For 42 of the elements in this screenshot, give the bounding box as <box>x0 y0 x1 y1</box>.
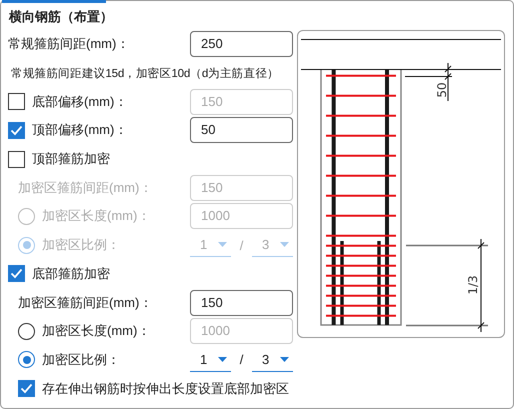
checkbox[interactable] <box>8 122 25 139</box>
checkbox-label: 底部箍筋加密 <box>32 264 110 283</box>
input-field[interactable]: 150 <box>190 88 293 115</box>
dropdown[interactable]: 1 <box>190 233 231 258</box>
radio-button[interactable] <box>18 322 35 340</box>
ratio-separator: / <box>238 352 244 368</box>
input-field[interactable]: 150 <box>190 290 293 316</box>
checkbox-label: 底部偏移(mm)： <box>32 92 128 111</box>
dropdown[interactable]: 3 <box>252 348 293 372</box>
caret-icon <box>218 356 227 362</box>
ratio-separator: / <box>238 238 244 253</box>
radio-label: 加密区长度(mm)： <box>42 322 150 340</box>
checkbox-label: 存在伸出钢筋时按伸出长度设置底部加密区 <box>42 380 289 398</box>
input-field[interactable]: 250 <box>190 31 293 58</box>
caret-icon <box>218 242 227 248</box>
hint-text: 常规箍筋间距建议15d，加密区10d（d为主筋直径） <box>10 66 279 81</box>
radio-button[interactable] <box>18 208 35 225</box>
radio-label: 加密区比例： <box>42 236 120 254</box>
checkbox[interactable] <box>8 150 25 168</box>
dimension-label: 50 <box>435 82 449 98</box>
checkbox-label: 顶部偏移(mm)： <box>32 121 128 140</box>
field-label: 常规箍筋间距(mm)： <box>8 35 130 54</box>
checkbox[interactable] <box>8 265 25 282</box>
input-field[interactable]: 150 <box>190 174 293 201</box>
radio-button[interactable] <box>18 351 35 368</box>
radio-label: 加密区长度(mm)： <box>42 207 150 226</box>
checkbox[interactable] <box>18 380 35 398</box>
caret-icon <box>280 242 289 248</box>
dimension-label: 1/3 <box>466 275 480 295</box>
caret-icon <box>280 356 289 362</box>
field-label: 加密区箍筋间距(mm)： <box>18 294 152 312</box>
section-title: 横向钢筋（布置） <box>9 8 113 26</box>
input-field[interactable]: 1000 <box>190 318 293 344</box>
radio-label: 加密区比例： <box>42 350 120 369</box>
input-field[interactable]: 50 <box>190 117 293 144</box>
dimension-line <box>404 62 452 102</box>
checkbox-label: 顶部箍筋加密 <box>32 150 110 168</box>
checkbox[interactable] <box>8 93 25 110</box>
dropdown[interactable]: 3 <box>252 233 293 258</box>
input-field[interactable]: 1000 <box>190 203 293 230</box>
dropdown[interactable]: 1 <box>190 348 231 372</box>
field-label: 加密区箍筋间距(mm)： <box>18 178 152 197</box>
